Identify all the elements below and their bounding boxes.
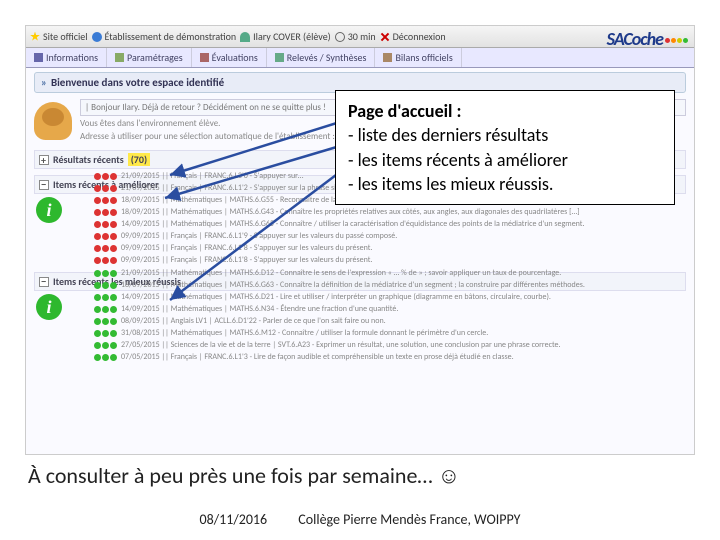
- callout-line3: - les items les mieux réussis.: [348, 172, 662, 196]
- settings-tab-icon: [115, 53, 124, 62]
- tab-bilans[interactable]: Bilans officiels: [375, 48, 461, 67]
- chevron-icon: »: [41, 76, 47, 89]
- etab-link[interactable]: Établissement de démonstration: [92, 30, 237, 43]
- callout-line1: - liste des derniers résultats: [348, 123, 662, 147]
- user-link[interactable]: Ilary COVER (élève): [240, 30, 331, 43]
- tab-parametrages[interactable]: Paramétrages: [107, 48, 192, 67]
- bottom-caption: À consulter à peu près une fois par sema…: [28, 462, 460, 489]
- top-toolbar: Site officiel Établissement de démonstra…: [26, 26, 694, 48]
- logo: SACoche: [607, 28, 688, 50]
- user-label: Ilary COVER (élève): [253, 30, 331, 43]
- list-item: 08/09/2015 || Anglais LV1 | ACLL.6.D1'22…: [94, 315, 585, 327]
- footer-date: 08/11/2016: [200, 511, 268, 528]
- slide: Site officiel Établissement de démonstra…: [0, 0, 720, 540]
- footer: 08/11/2016 Collège Pierre Mendès France,…: [0, 511, 720, 528]
- logout-link[interactable]: Déconnexion: [380, 30, 446, 43]
- callout-title: Page d'accueil :: [348, 100, 462, 122]
- eval-tab-icon: [200, 53, 209, 62]
- welcome-text: Bienvenue dans votre espace identifié: [51, 76, 224, 89]
- tab-bar: Informations Paramétrages Évaluations Re…: [26, 48, 694, 68]
- list-item: 07/05/2015 || Français | FRANC.6.L1'3 - …: [94, 351, 585, 363]
- site-label: Site officiel: [43, 30, 88, 43]
- site-link[interactable]: Site officiel: [30, 30, 88, 43]
- callout-line2: - les items récents à améliorer: [348, 148, 662, 172]
- releves-tab-icon: [275, 53, 284, 62]
- list-item: 27/05/2015 || Sciences de la vie et de l…: [94, 339, 585, 351]
- bilans-tab-icon: [383, 53, 392, 62]
- timer: 30 min: [335, 30, 376, 43]
- callout-box: Page d'accueil : - liste des derniers ré…: [335, 90, 675, 205]
- tab-releves[interactable]: Relevés / Synthèses: [267, 48, 376, 67]
- footer-place: Collège Pierre Mendès France, WOIPPY: [298, 511, 520, 528]
- logout-label: Déconnexion: [393, 30, 446, 43]
- etab-label: Établissement de démonstration: [105, 30, 237, 43]
- tab-evaluations[interactable]: Évaluations: [192, 48, 267, 67]
- clock-icon: [335, 32, 345, 42]
- globe-icon: [92, 32, 102, 42]
- star-icon: [30, 32, 40, 42]
- tab-informations[interactable]: Informations: [26, 48, 107, 67]
- timer-label: 30 min: [348, 30, 376, 43]
- info-tab-icon: [34, 53, 43, 62]
- person-icon: [240, 32, 250, 42]
- callout-arrows: [40, 90, 370, 310]
- close-icon: [380, 32, 390, 42]
- list-item: 31/08/2015 || Mathématiques | MATHS.6.M1…: [94, 327, 585, 339]
